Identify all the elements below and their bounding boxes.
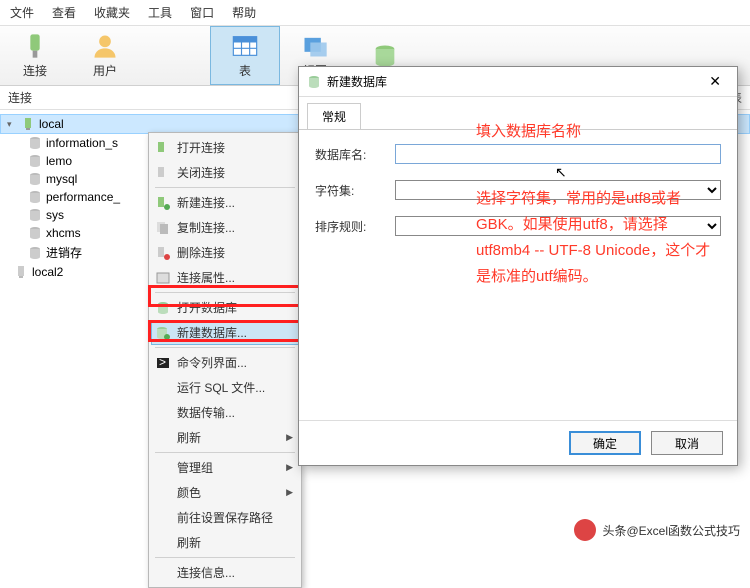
menu-file[interactable]: 文件 bbox=[10, 4, 34, 21]
separator bbox=[155, 452, 295, 453]
ctx-del-conn[interactable]: 删除连接 bbox=[151, 240, 299, 265]
separator bbox=[155, 292, 295, 293]
ctx-conn-prop[interactable]: 连接属性... bbox=[151, 265, 299, 290]
ctx-color[interactable]: 颜色▶ bbox=[151, 480, 299, 505]
database-icon bbox=[28, 208, 42, 222]
separator bbox=[155, 187, 295, 188]
expand-icon[interactable]: ▾ bbox=[7, 119, 17, 130]
ctx-open-db[interactable]: 打开数据库 bbox=[151, 295, 299, 320]
menu-tools[interactable]: 工具 bbox=[148, 4, 172, 21]
submenu-arrow-icon: ▶ bbox=[286, 432, 293, 443]
database-icon bbox=[28, 246, 42, 260]
ctx-transfer[interactable]: 数据传输... bbox=[151, 400, 299, 425]
ctx-refresh2[interactable]: 刷新 bbox=[151, 530, 299, 555]
view-icon bbox=[301, 32, 329, 60]
annotation-text: 选择字符集，常用的是utf8或者GBK。如果使用utf8，请选择utf8mb4 … bbox=[476, 186, 716, 290]
ctx-cmd[interactable]: >命令列界面... bbox=[151, 350, 299, 375]
database-icon bbox=[28, 190, 42, 204]
submenu-arrow-icon: ▶ bbox=[286, 487, 293, 498]
server-off-icon bbox=[14, 265, 28, 279]
table-icon bbox=[231, 32, 259, 60]
terminal-icon: > bbox=[155, 355, 171, 371]
ctx-open-conn[interactable]: 打开连接 bbox=[151, 135, 299, 160]
db-icon bbox=[307, 75, 321, 89]
ctx-mgmt[interactable]: 管理组▶ bbox=[151, 455, 299, 480]
ctx-goto[interactable]: 前往设置保存路径 bbox=[151, 505, 299, 530]
dialog-titlebar: 新建数据库 ✕ bbox=[299, 67, 737, 97]
annotation-text: 填入数据库名称 bbox=[476, 119, 581, 145]
separator bbox=[155, 347, 295, 348]
cursor-icon: ↖ bbox=[555, 164, 567, 181]
watermark: 头条@Excel函数公式技巧 bbox=[574, 519, 740, 541]
new-db-icon bbox=[155, 325, 171, 341]
toolbar-user[interactable]: 用户 bbox=[70, 26, 140, 85]
label-collation: 排序规则: bbox=[315, 218, 395, 235]
database-icon bbox=[28, 136, 42, 150]
open-icon bbox=[155, 140, 171, 156]
ctx-conn-info[interactable]: 连接信息... bbox=[151, 560, 299, 585]
toolbar-table[interactable]: 表 bbox=[210, 26, 280, 85]
tab-general[interactable]: 常规 bbox=[307, 103, 361, 129]
menu-fav[interactable]: 收藏夹 bbox=[94, 4, 130, 21]
menu-view[interactable]: 查看 bbox=[52, 4, 76, 21]
delete-icon bbox=[155, 245, 171, 261]
close-conn-icon bbox=[155, 165, 171, 181]
dialog-title: 新建数据库 bbox=[327, 73, 387, 90]
separator bbox=[155, 557, 295, 558]
toolbar-connect[interactable]: 连接 bbox=[0, 26, 70, 85]
server-icon bbox=[21, 117, 35, 131]
copy-icon bbox=[155, 220, 171, 236]
ctx-run-sql[interactable]: 运行 SQL 文件... bbox=[151, 375, 299, 400]
menubar: 文件 查看 收藏夹 工具 窗口 帮助 bbox=[0, 0, 750, 26]
label-db-name: 数据库名: bbox=[315, 146, 395, 163]
menu-help[interactable]: 帮助 bbox=[232, 4, 256, 21]
database-icon bbox=[28, 226, 42, 240]
menu-window[interactable]: 窗口 bbox=[190, 4, 214, 21]
props-icon bbox=[155, 270, 171, 286]
ctx-close-conn[interactable]: 关闭连接 bbox=[151, 160, 299, 185]
ctx-refresh[interactable]: 刷新▶ bbox=[151, 425, 299, 450]
label-charset: 字符集: bbox=[315, 182, 395, 199]
open-db-icon bbox=[155, 300, 171, 316]
db-name-input[interactable] bbox=[395, 144, 721, 164]
close-button[interactable]: ✕ bbox=[701, 73, 729, 90]
avatar-icon bbox=[574, 519, 596, 541]
new-icon bbox=[155, 195, 171, 211]
database-icon bbox=[28, 172, 42, 186]
cancel-button[interactable]: 取消 bbox=[651, 431, 723, 455]
svg-text:>: > bbox=[159, 355, 166, 369]
dialog-footer: 确定 取消 bbox=[299, 420, 737, 465]
ctx-new-db[interactable]: 新建数据库... bbox=[151, 320, 299, 345]
panel-title: 连接 bbox=[8, 89, 32, 106]
ctx-new-conn[interactable]: 新建连接... bbox=[151, 190, 299, 215]
context-menu: 打开连接 关闭连接 新建连接... 复制连接... 删除连接 连接属性... 打… bbox=[148, 132, 302, 588]
user-icon bbox=[91, 32, 119, 60]
submenu-arrow-icon: ▶ bbox=[286, 462, 293, 473]
plug-icon bbox=[21, 32, 49, 60]
ok-button[interactable]: 确定 bbox=[569, 431, 641, 455]
ctx-copy-conn[interactable]: 复制连接... bbox=[151, 215, 299, 240]
database-icon bbox=[28, 154, 42, 168]
